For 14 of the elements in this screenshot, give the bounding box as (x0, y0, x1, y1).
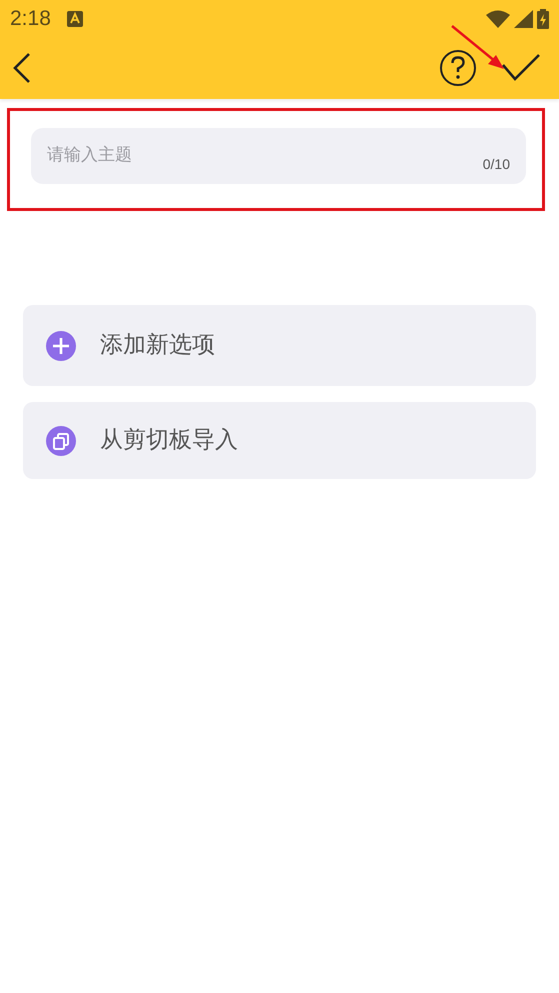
pointer-arrow (450, 24, 506, 72)
notification-icon (66, 11, 83, 27)
character-counter: 0/10 (482, 155, 510, 174)
plus-icon (46, 330, 76, 360)
battery-icon (537, 9, 549, 29)
signal-icon (514, 10, 533, 28)
back-button[interactable] (12, 52, 32, 84)
help-button[interactable] (439, 49, 477, 87)
copy-icon (46, 426, 76, 456)
confirm-button[interactable] (501, 53, 541, 83)
status-time: 2:18 (10, 6, 51, 32)
wifi-icon (486, 10, 510, 28)
menu-item[interactable]: 添加新选项 (23, 305, 536, 386)
menu-item[interactable]: 从剪切板导入 (23, 402, 536, 479)
